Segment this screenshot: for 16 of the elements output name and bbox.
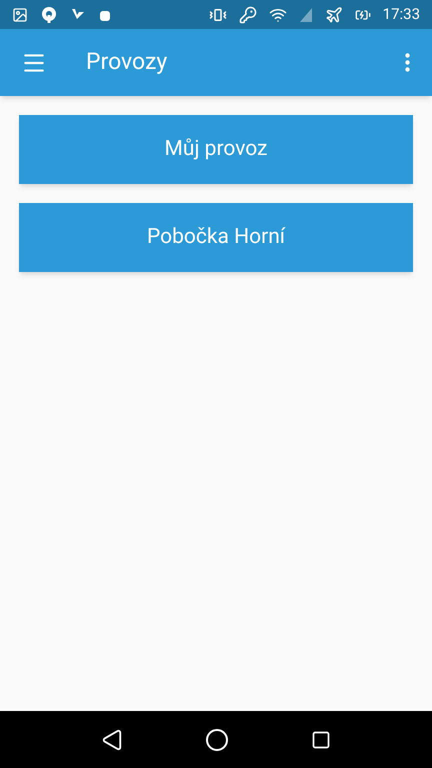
home-icon: [205, 728, 229, 752]
airplane-icon: [324, 6, 343, 24]
image-icon: [12, 6, 28, 22]
home-button[interactable]: [205, 728, 229, 752]
more-options-icon: [404, 53, 410, 72]
back-button[interactable]: [101, 728, 123, 750]
recents-button[interactable]: [311, 730, 331, 750]
recents-icon: [311, 730, 331, 750]
back-icon: [101, 728, 123, 750]
clock: 17:33: [382, 4, 420, 26]
keyhole-icon: [40, 6, 58, 24]
location-button[interactable]: Pobočka Horní: [19, 203, 413, 272]
no-signal-icon: [298, 6, 313, 22]
location-button[interactable]: Můj provoz: [19, 115, 413, 184]
key-icon: [238, 6, 257, 24]
app-bar-title: Provozy: [86, 47, 168, 78]
